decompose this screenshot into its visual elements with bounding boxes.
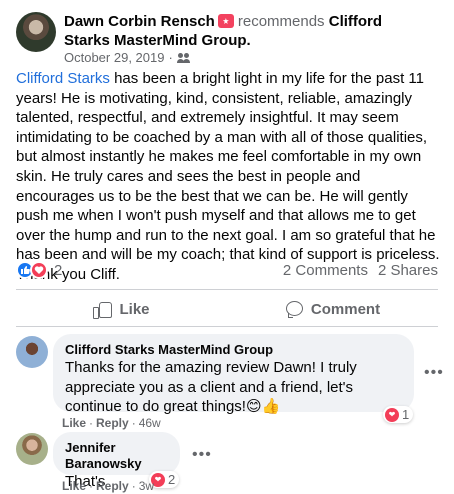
commenter-avatar[interactable] (16, 433, 48, 465)
comment-button-label: Comment (310, 300, 381, 318)
commenter-name[interactable]: Jennifer Baranowsky (65, 440, 168, 472)
more-options-icon[interactable]: ••• (192, 446, 212, 464)
post-actions: Like Comment (16, 293, 438, 325)
comment-reply-link[interactable]: Reply (96, 479, 129, 493)
comment-button[interactable]: Comment (227, 293, 438, 325)
comment-reaction[interactable]: ❤ 1 (383, 406, 414, 423)
friends-icon[interactable] (176, 52, 191, 63)
comment-reaction-count: 1 (402, 407, 410, 422)
engagement-counts: 2 Comments 2 Shares (283, 262, 438, 279)
author-avatar[interactable] (16, 12, 56, 52)
comment-bubble: Jennifer Baranowsky That's accurate! (53, 432, 180, 494)
thumbs-up-icon (93, 300, 113, 319)
recommends-label: recommends (237, 13, 325, 30)
comment-reaction-count: 2 (168, 472, 176, 487)
divider-top (16, 289, 438, 290)
comment-icon (285, 300, 303, 318)
comment-actions: Like · Reply · 46w (62, 416, 161, 430)
comment-like-link[interactable]: Like (62, 479, 86, 493)
meta-separator: · (168, 50, 173, 65)
comment-time[interactable]: 3w (139, 479, 154, 493)
like-button-label: Like (119, 300, 150, 318)
love-reaction-icon (30, 261, 48, 279)
comment-text: Thanks for the amazing review Dawn! I tr… (65, 359, 357, 415)
reaction-count: 2 (54, 261, 63, 279)
more-options-icon[interactable]: ••• (424, 364, 444, 382)
love-reaction-icon: ❤ (385, 407, 399, 422)
comment-actions: Like · Reply · 3w (62, 479, 155, 493)
comment-like-link[interactable]: Like (62, 416, 86, 430)
tagged-page-link[interactable]: Clifford Starks (16, 70, 110, 87)
like-button[interactable]: Like (16, 293, 227, 325)
reaction-summary[interactable]: 2 (16, 261, 62, 279)
commenter-name[interactable]: Clifford Starks MasterMind Group (65, 342, 402, 358)
comment-bubble: Clifford Starks MasterMind Group Thanks … (53, 334, 414, 415)
post-text: Clifford Starks has been a bright light … (16, 69, 440, 285)
author-name[interactable]: Dawn Corbin Rensch (64, 13, 215, 30)
post-meta: October 29, 2019 · (64, 50, 191, 65)
recommend-icon (217, 14, 234, 28)
divider-bottom (16, 326, 438, 327)
post-header: Dawn Corbin Rensch recommends Clifford St… (64, 12, 424, 50)
post-body-text: has been a bright light in my life for t… (16, 70, 440, 283)
comments-count-link[interactable]: 2 Comments (283, 262, 368, 279)
recommendation-post: Dawn Corbin Rensch recommends Clifford St… (0, 0, 454, 494)
commenter-avatar[interactable] (16, 336, 48, 368)
comment-time[interactable]: 46w (139, 416, 161, 430)
post-date[interactable]: October 29, 2019 (64, 50, 164, 65)
shares-count-link[interactable]: 2 Shares (378, 262, 438, 279)
comment-reply-link[interactable]: Reply (96, 416, 129, 430)
